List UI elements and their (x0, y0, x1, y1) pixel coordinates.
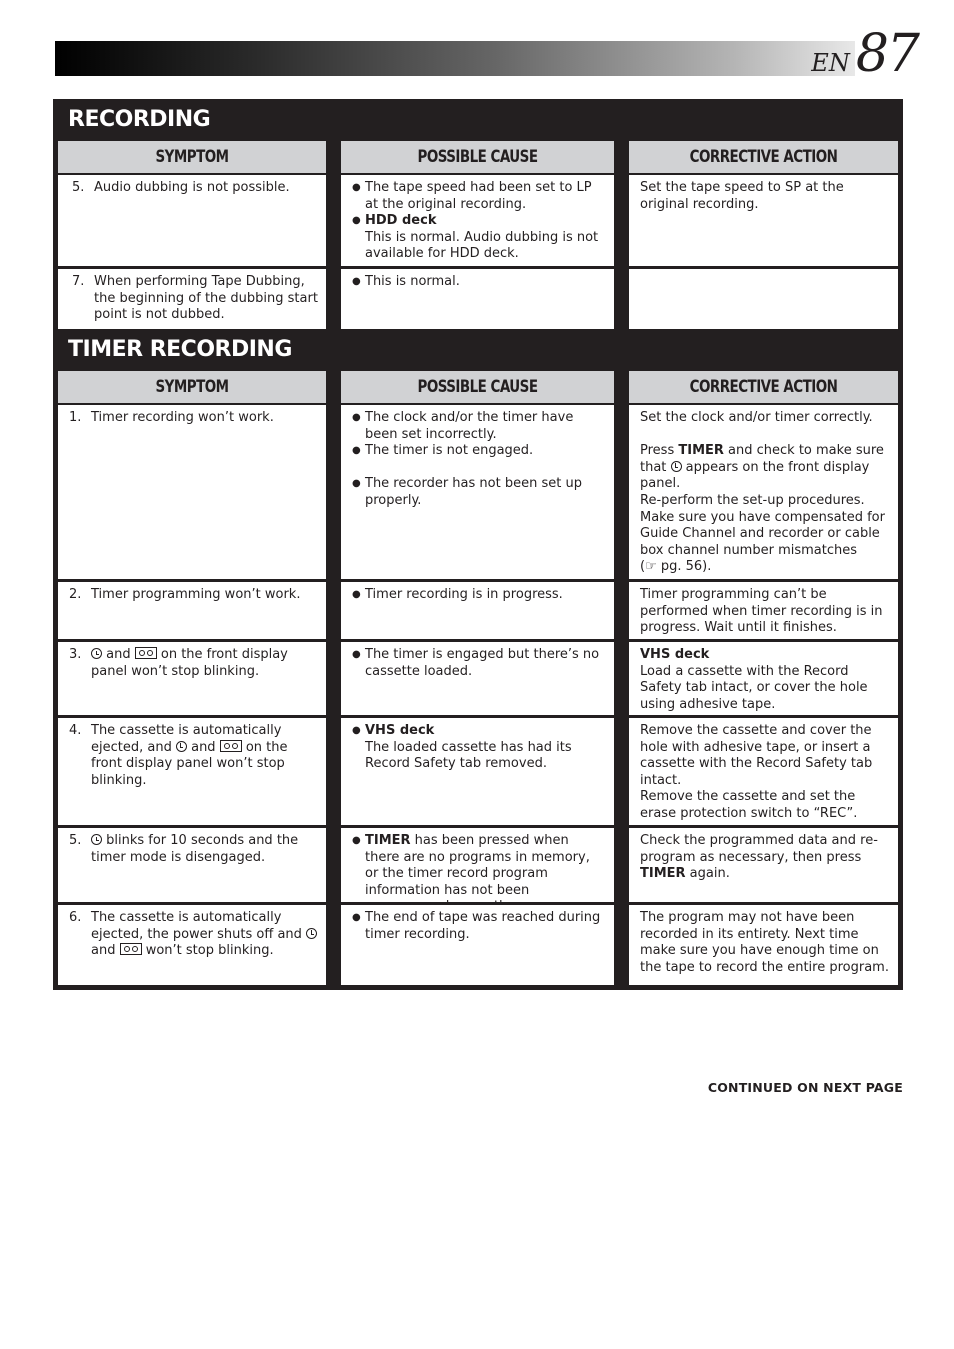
table-row-action: VHS deck Load a cassette with the Record… (629, 642, 898, 715)
table-row-action (629, 269, 898, 330)
timer-clock-icon (306, 927, 318, 939)
column-header-cause: POSSIBLE CAUSE (357, 141, 598, 173)
section-title: RECORDING (68, 107, 211, 132)
bullet-icon: ● (352, 445, 361, 457)
section-title: TIMER RECORDING (68, 337, 292, 362)
table-row-action: Timer programming can’t be performed whe… (629, 582, 898, 639)
timer-clock-icon (91, 648, 102, 659)
timer-clock-icon (91, 834, 102, 845)
timer-clock-icon (175, 740, 187, 752)
column-header-symptom: SYMPTOM (74, 141, 310, 173)
recording-section: RECORDING SYMPTOM POSSIBLE CAUSE CORRECT… (53, 99, 903, 330)
timer-recording-section: TIMER RECORDING SYMPTOM POSSIBLE CAUSE C… (53, 329, 903, 990)
table-row-symptom: 4. The cassette is automatically ejected,… (58, 718, 326, 825)
table-row-action: Remove the cassette and cover the hole w… (629, 718, 898, 825)
table-row-action: Set the tape speed to SP at the original… (629, 175, 898, 266)
table-row-action: Set the clock and/or timer correctly. Pr… (629, 405, 898, 579)
column-header-action: CORRECTIVE ACTION (645, 371, 882, 403)
bullet-icon: ● (352, 276, 361, 287)
table-row-cause: ● TIMER has been pressed when there are n… (341, 828, 614, 914)
table-row-cause: ● Timer recording is in progress. (341, 582, 614, 639)
table-row-symptom: 3. and on the front display panel won’t … (58, 642, 326, 715)
timer-recording-table: SYMPTOM POSSIBLE CAUSE CORRECTIVE ACTION… (53, 371, 903, 985)
column-header-symptom: SYMPTOM (74, 371, 310, 403)
table-row-cause: ● The timer is engaged but there’s no cas… (341, 642, 614, 715)
cassette-icon (119, 943, 142, 956)
table-row-cause: ● This is normal. (341, 269, 614, 330)
bullet-icon: ● (352, 478, 361, 490)
bullet-icon: ● (352, 912, 361, 923)
bullet-icon: ● (352, 835, 361, 846)
language-label: EN (811, 49, 850, 77)
table-row-symptom: 1. Timer recording won’t work. (58, 405, 326, 579)
bullet-icon: ● (352, 649, 361, 660)
table-row-cause: ● The clock and/or the timer have been se… (341, 405, 614, 579)
table-row-symptom: 5. Audio dubbing is not possible. (58, 175, 326, 266)
continued-note: CONTINUED ON NEXT PAGE (707, 1080, 903, 1095)
page-reference: (☞ pg. 56). (640, 559, 712, 575)
table-row-action: The program may not have been recorded i… (629, 905, 898, 985)
bullet-icon: ● (352, 725, 361, 736)
page-number-value: 87 (855, 24, 920, 84)
table-row-action: Check the programmed data and re-program… (629, 828, 898, 902)
table-row-symptom: 7. When performing Tape Dubbing, the begi… (58, 269, 326, 330)
bullet-icon: ● (352, 182, 361, 193)
column-header-action: CORRECTIVE ACTION (645, 141, 882, 173)
table-row-cause: ● The end of tape was reached during time… (341, 905, 614, 985)
column-header-cause: POSSIBLE CAUSE (357, 371, 598, 403)
recording-table: SYMPTOM POSSIBLE CAUSE CORRECTIVE ACTION… (53, 141, 903, 330)
header-gradient-bar (55, 41, 855, 76)
table-row-symptom: 6. The cassette is automatically ejected,… (58, 905, 326, 985)
table-row-cause: ● VHS deck The loaded cassette has had it… (341, 718, 614, 825)
table-row-symptom: 2. Timer programming won’t work. (58, 582, 326, 639)
table-row-cause: ● The tape speed had been set to LP at th… (341, 175, 614, 266)
table-row-symptom: 5. blinks for 10 seconds and the timer m… (58, 828, 326, 902)
bullet-icon: ● (352, 215, 361, 227)
bullet-icon: ● (352, 589, 361, 600)
timer-clock-icon (670, 460, 682, 472)
cassette-icon (134, 647, 157, 659)
page-number: EN 87 (811, 24, 920, 84)
cassette-icon (219, 739, 242, 752)
bullet-icon: ● (352, 412, 361, 423)
